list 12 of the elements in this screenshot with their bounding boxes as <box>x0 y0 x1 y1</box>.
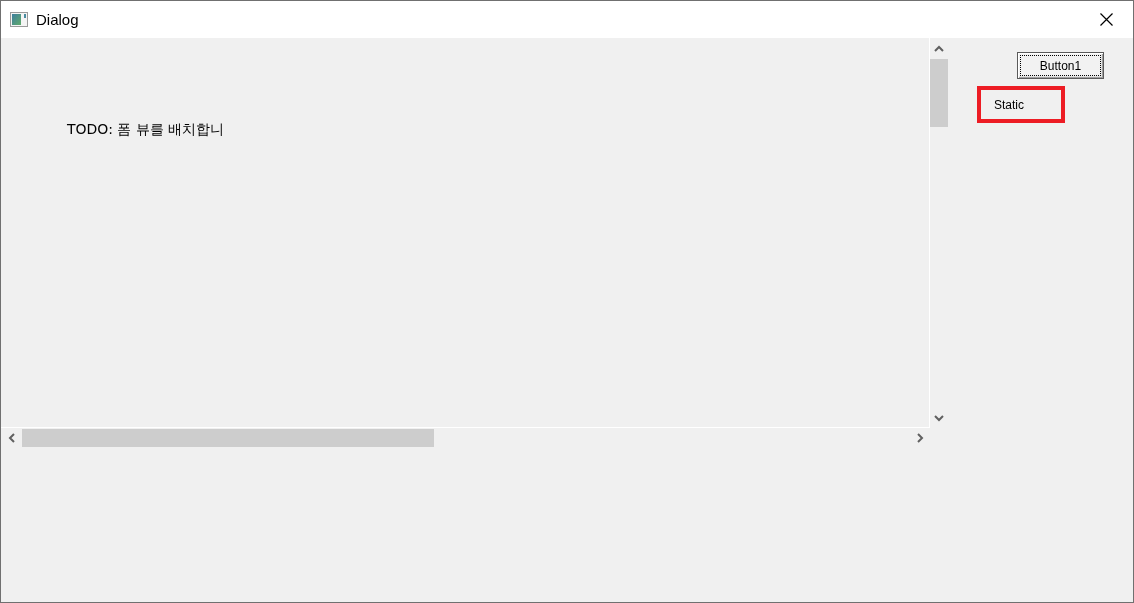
chevron-right-icon <box>915 433 924 443</box>
chevron-up-icon <box>934 44 944 53</box>
chevron-left-icon <box>7 433 16 443</box>
push-button[interactable]: Button1 <box>1017 52 1104 79</box>
window-title: Dialog <box>36 11 79 28</box>
chevron-down-icon <box>934 413 944 422</box>
placeholder-text: TODO: 폼 뷰를 배치합니 <box>67 121 225 139</box>
close-icon <box>1099 13 1113 26</box>
scrollbar-thumb[interactable] <box>22 429 434 447</box>
window-app-icon <box>10 12 28 27</box>
static-label: Static <box>977 86 1065 123</box>
scrollbar-thumb[interactable] <box>930 59 948 127</box>
